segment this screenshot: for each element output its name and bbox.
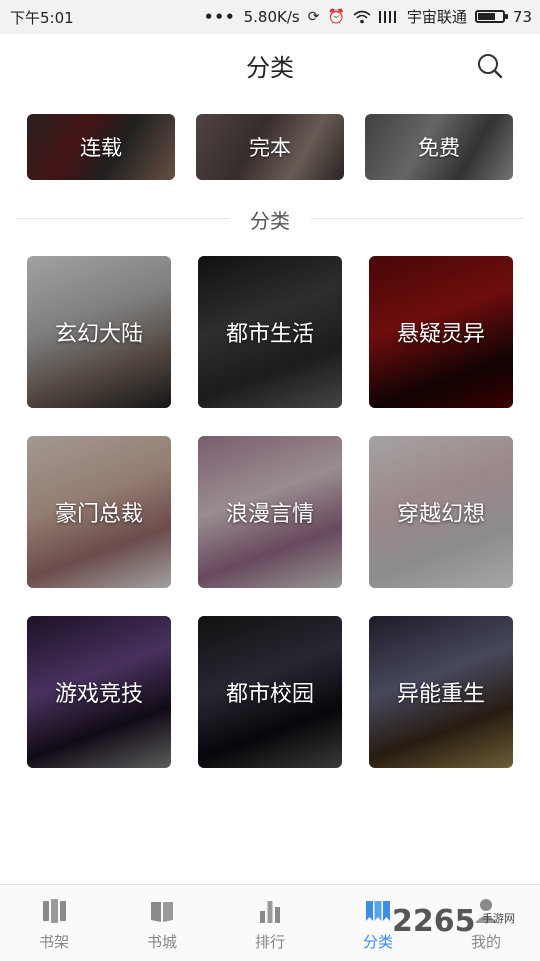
- battery-icon: [474, 10, 508, 23]
- book-icon: [151, 902, 173, 922]
- status-right: ••• 5.80K/s ⟳ ⏰ 宇宙联通 73: [204, 6, 532, 27]
- category-card[interactable]: 游戏竞技: [27, 616, 171, 768]
- category-card[interactable]: 穿越幻想: [369, 436, 513, 588]
- header: 分类: [0, 34, 540, 96]
- status-time: 下午5:01: [10, 9, 74, 27]
- battery-percent: 73: [512, 7, 532, 26]
- nav-item-bookstore[interactable]: 书城: [108, 885, 216, 961]
- filter-serializing-button[interactable]: 连载: [27, 114, 175, 180]
- category-label: 穿越幻想: [396, 502, 485, 527]
- wifi-icon: [353, 10, 371, 23]
- carrier-name: 宇宙联通: [406, 8, 467, 26]
- category-label: 游戏竞技: [54, 682, 143, 707]
- network-speed: 5.80K/s: [243, 7, 300, 26]
- filter-free-button[interactable]: 免费: [365, 114, 513, 180]
- watermark-subtext: 手游网: [482, 912, 515, 925]
- divider-line-right: [310, 218, 524, 219]
- signal-icon: [378, 11, 396, 23]
- category-icon: [366, 901, 390, 921]
- category-label: 豪门总裁: [54, 502, 143, 527]
- filter-completed-button[interactable]: 完本: [196, 114, 344, 180]
- bookshelf-icon: [43, 899, 66, 923]
- category-card[interactable]: 悬疑灵异: [369, 256, 513, 408]
- section-title: 分类: [250, 209, 290, 233]
- notification-dots: •••: [203, 7, 236, 26]
- category-label: 玄幻大陆: [54, 322, 143, 347]
- ranking-icon: [260, 901, 280, 923]
- category-card[interactable]: 浪漫言情: [198, 436, 342, 588]
- category-card[interactable]: 玄幻大陆: [27, 256, 171, 408]
- nav-label: 书架: [38, 933, 69, 951]
- filter-label: 免费: [418, 136, 460, 160]
- category-label: 浪漫言情: [225, 502, 314, 527]
- filter-label: 完本: [249, 136, 291, 160]
- filter-label: 连载: [80, 136, 122, 160]
- nav-label: 书城: [146, 933, 177, 951]
- sync-icon: ⟳: [307, 8, 320, 25]
- nav-label: 排行: [254, 933, 285, 951]
- status-bar: 下午5:01 ••• 5.80K/s ⟳ ⏰ 宇宙联通 73: [0, 0, 540, 34]
- alarm-icon: ⏰: [327, 8, 345, 25]
- category-label: 悬疑灵异: [396, 322, 485, 347]
- category-label: 都市校园: [225, 682, 314, 707]
- category-label: 异能重生: [396, 682, 485, 707]
- category-card[interactable]: 异能重生: [369, 616, 513, 768]
- watermark-logo: 2265: [392, 904, 476, 939]
- category-label: 都市生活: [225, 322, 314, 347]
- category-card[interactable]: 豪门总裁: [27, 436, 171, 588]
- nav-item-ranking[interactable]: 排行: [216, 885, 324, 961]
- search-icon[interactable]: [476, 52, 504, 80]
- page-title: 分类: [246, 54, 294, 82]
- nav-item-bookshelf[interactable]: 书架: [0, 885, 108, 961]
- category-card[interactable]: 都市生活: [198, 256, 342, 408]
- section-divider: 分类: [16, 200, 524, 236]
- category-card[interactable]: 都市校园: [198, 616, 342, 768]
